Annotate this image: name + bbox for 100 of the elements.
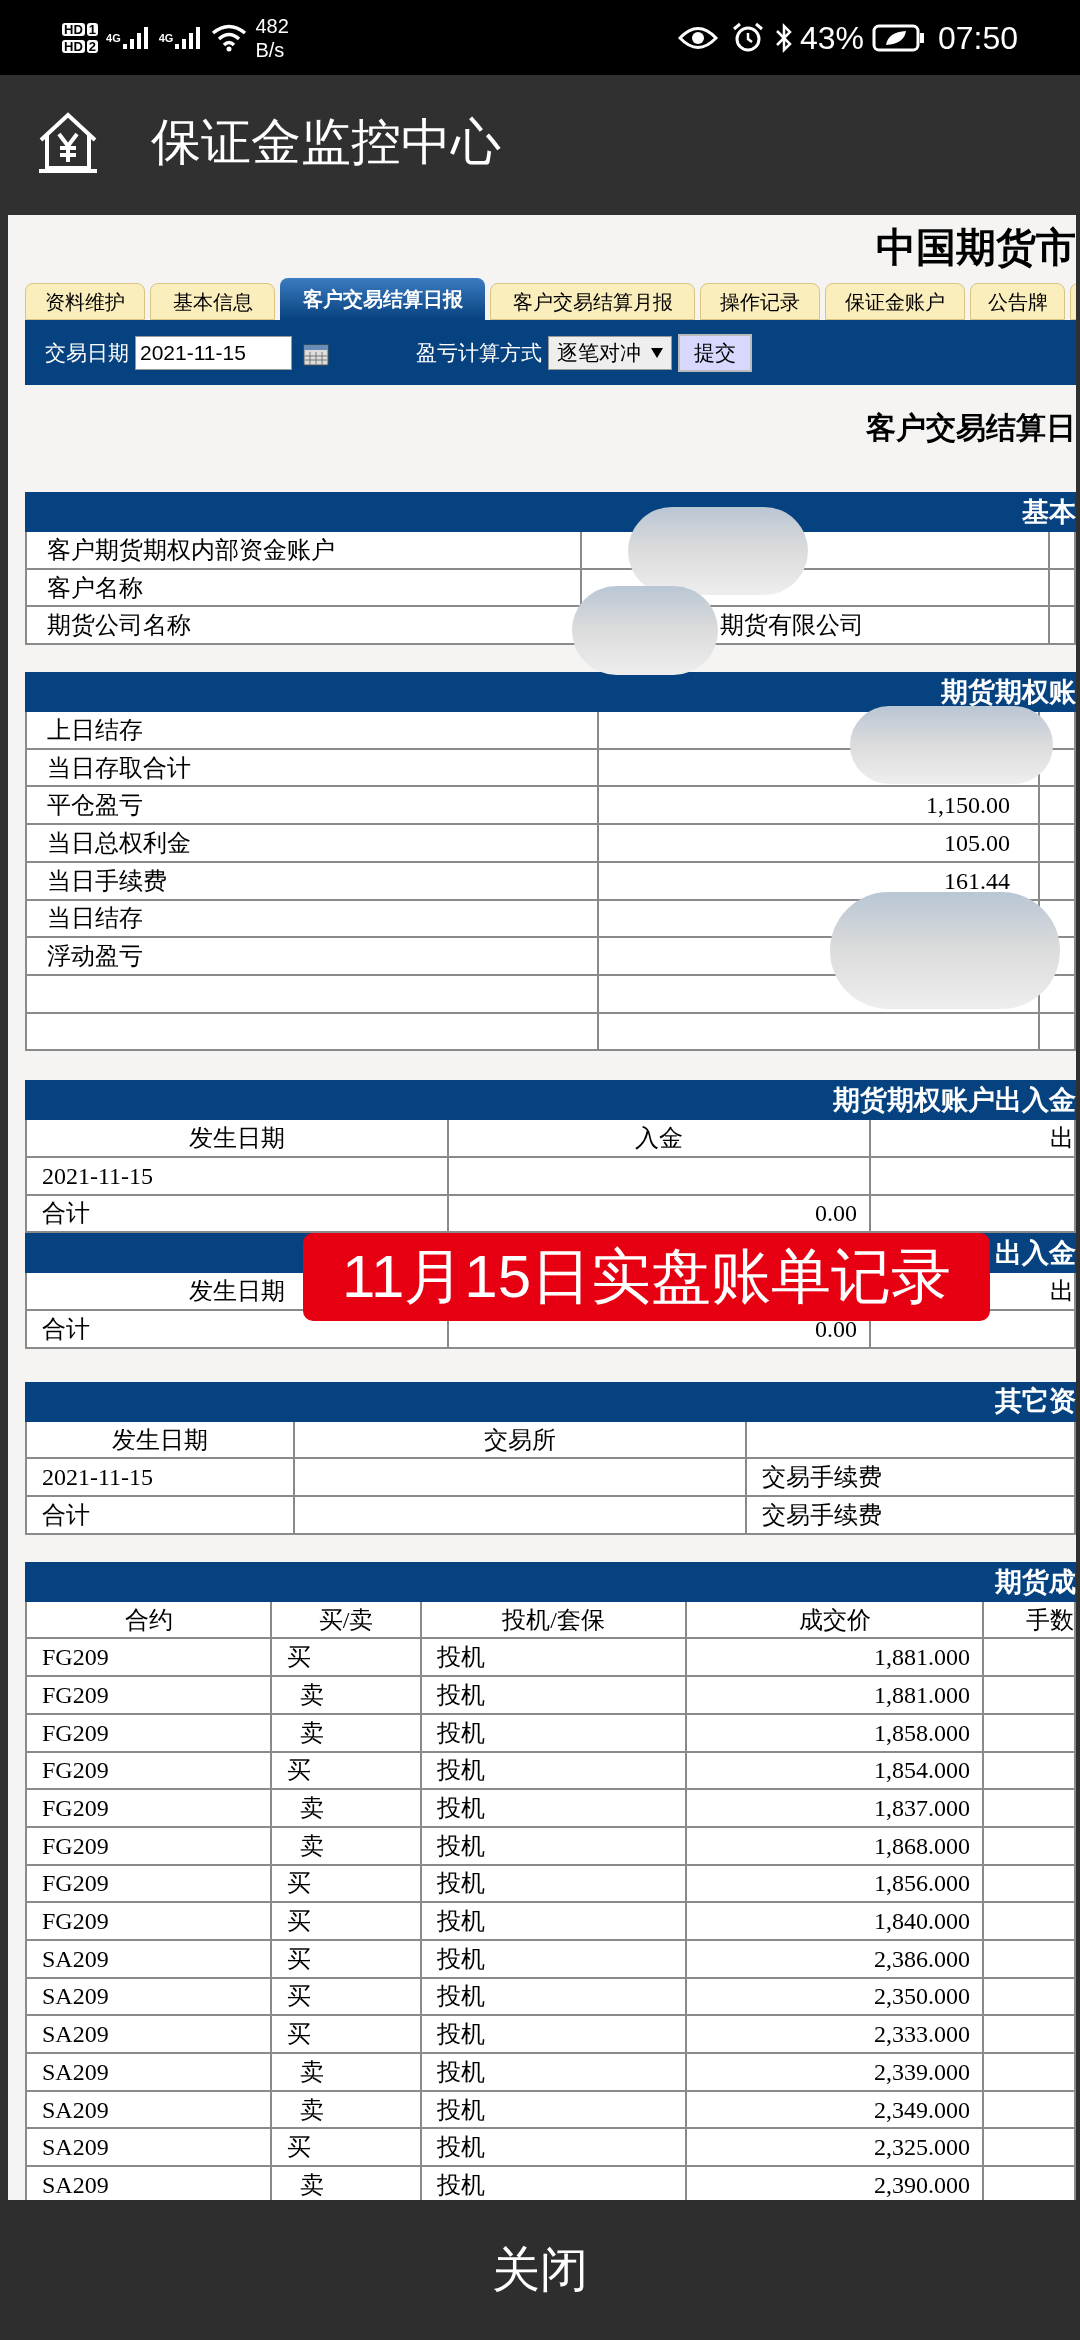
table-cell: SA209 bbox=[27, 1940, 270, 1977]
table-cell: 0.00 bbox=[449, 1195, 869, 1232]
table-cell: 投机 bbox=[422, 1677, 685, 1713]
submit-button[interactable]: 提交 bbox=[678, 333, 752, 372]
table-cell: SA209 bbox=[27, 2054, 270, 2090]
close-button[interactable]: 关闭 bbox=[472, 2234, 608, 2306]
table-cell: 2,333.000 bbox=[687, 2016, 982, 2052]
section-header: 期货期权账 bbox=[25, 672, 1076, 713]
tab[interactable]: 基本信息 bbox=[150, 283, 275, 320]
table-cell: 投机 bbox=[422, 2016, 685, 2052]
table-cell: 买 bbox=[272, 1940, 420, 1977]
table-cell: 1,854.000 bbox=[687, 1752, 982, 1789]
table-cell: FG209 bbox=[27, 1752, 270, 1789]
column-header: 投机/套保 bbox=[422, 1601, 685, 1638]
table-cell bbox=[1040, 787, 1074, 824]
table-cell: SA209 bbox=[27, 2016, 270, 2052]
speed-value: 482 bbox=[255, 13, 289, 38]
field-label: 客户期货期权内部资金账户 bbox=[27, 532, 580, 568]
date-field[interactable]: 2021-11-15 bbox=[135, 335, 292, 370]
column-header: 出 bbox=[871, 1120, 1074, 1156]
field-label: 上日结存 bbox=[27, 712, 597, 748]
field-value: 105.00 bbox=[944, 828, 1010, 858]
table-cell: 2,325.000 bbox=[687, 2129, 982, 2166]
table-cell: 合计 bbox=[27, 1195, 447, 1232]
method-select[interactable]: 逐笔对冲 bbox=[548, 335, 672, 370]
overlay-banner: 11月15日实盘账单记录 bbox=[303, 1233, 990, 1321]
table-cell: 卖 bbox=[272, 1714, 420, 1751]
table-cell: 2,390.000 bbox=[687, 2167, 982, 2200]
table-cell: 合计 bbox=[27, 1497, 293, 1533]
table-cell: 买 bbox=[272, 2016, 420, 2052]
column-header: 买/卖 bbox=[272, 1601, 420, 1638]
tab[interactable]: 资料维护 bbox=[25, 283, 145, 320]
tab[interactable]: 客户交易结算月报 bbox=[490, 283, 695, 320]
table-cell: 2,350.000 bbox=[687, 1978, 982, 2015]
table-cell: SA209 bbox=[27, 1978, 270, 2015]
section-header: 期货期权账户出入金 bbox=[25, 1080, 1076, 1121]
table-cell: 卖 bbox=[272, 2167, 420, 2200]
table-cell: FG209 bbox=[27, 1903, 270, 1939]
table-cell: 投机 bbox=[422, 1752, 685, 1789]
eye-icon bbox=[677, 24, 718, 51]
table-cell: 投机 bbox=[422, 1940, 685, 1977]
field-label: 当日手续费 bbox=[27, 862, 597, 899]
report-title: 客户交易结算日 bbox=[866, 410, 1076, 446]
table-cell: FG209 bbox=[27, 1790, 270, 1826]
date-label: 交易日期 bbox=[45, 339, 129, 366]
table-cell: 卖 bbox=[272, 1677, 420, 1713]
sim-label: HD 1 bbox=[62, 22, 98, 36]
table-cell: FG209 bbox=[27, 1714, 270, 1751]
table-cell: 2021-11-15 bbox=[27, 1459, 293, 1496]
field-label: 平仓盈亏 bbox=[27, 787, 597, 824]
column-header: 成交价 bbox=[687, 1601, 982, 1638]
network-label: 4G bbox=[158, 30, 174, 46]
speed-unit: B/s bbox=[255, 37, 286, 62]
table-cell: 2,339.000 bbox=[687, 2054, 982, 2090]
wifi-icon bbox=[211, 23, 248, 52]
table-cell: 投机 bbox=[422, 1903, 685, 1939]
table-cell: 合计 bbox=[27, 1311, 447, 1347]
bluetooth-icon bbox=[773, 21, 794, 54]
tab[interactable]: 客户交易结算日报 bbox=[280, 278, 485, 320]
column-header: 入金 bbox=[449, 1120, 869, 1156]
clock-time: 07:50 bbox=[937, 18, 1018, 58]
table-cell: 交易手续费 bbox=[747, 1497, 1074, 1533]
table-cell bbox=[1050, 532, 1074, 568]
field-label: 当日总权利金 bbox=[27, 825, 597, 861]
table-cell bbox=[1040, 1013, 1074, 1050]
table-cell: 投机 bbox=[422, 1865, 685, 1902]
dropdown-caret-icon bbox=[651, 347, 663, 358]
table-cell: 交易手续费 bbox=[747, 1459, 1074, 1496]
table-cell: SA209 bbox=[27, 2129, 270, 2166]
table-cell: 卖 bbox=[272, 1790, 420, 1826]
site-title: 中国期货市 bbox=[876, 223, 1076, 271]
table-cell: 买 bbox=[272, 1978, 420, 2015]
column-header: 合约 bbox=[27, 1601, 270, 1638]
field-label: 期货公司名称 bbox=[27, 607, 580, 644]
table-cell: 买 bbox=[272, 1752, 420, 1789]
table-cell: 2,349.000 bbox=[687, 2091, 982, 2128]
tab[interactable]: 保证金账户 bbox=[825, 283, 965, 320]
table-cell: 2,386.000 bbox=[687, 1940, 982, 1977]
column-header: 交易所 bbox=[295, 1421, 745, 1458]
table-cell: 1,856.000 bbox=[687, 1865, 982, 1902]
table-cell: 1,858.000 bbox=[687, 1714, 982, 1751]
table-cell: 投机 bbox=[422, 1714, 685, 1751]
table-cell: 1,881.000 bbox=[687, 1639, 982, 1676]
sim-label: HD 2 bbox=[62, 39, 98, 53]
method-label: 盈亏计算方式 bbox=[416, 339, 542, 366]
field-label: 客户名称 bbox=[27, 569, 580, 606]
table-cell: 卖 bbox=[272, 1827, 420, 1864]
table-cell: 投机 bbox=[422, 2091, 685, 2128]
table-cell: SA209 bbox=[27, 2167, 270, 2200]
field-label: 当日结存 bbox=[27, 900, 597, 937]
table-cell: 1,881.000 bbox=[687, 1677, 982, 1713]
field-label: 浮动盈亏 bbox=[27, 938, 597, 974]
table-cell: 投机 bbox=[422, 1790, 685, 1826]
table-cell: FG209 bbox=[27, 1639, 270, 1676]
battery-icon bbox=[871, 23, 926, 52]
table-cell: 1,840.000 bbox=[687, 1903, 982, 1939]
section-header: 期货成 bbox=[25, 1561, 1076, 1602]
tab[interactable]: 操作记录 bbox=[700, 283, 820, 320]
tab[interactable]: 公告牌 bbox=[970, 283, 1065, 320]
table-cell: 买 bbox=[272, 1639, 420, 1676]
